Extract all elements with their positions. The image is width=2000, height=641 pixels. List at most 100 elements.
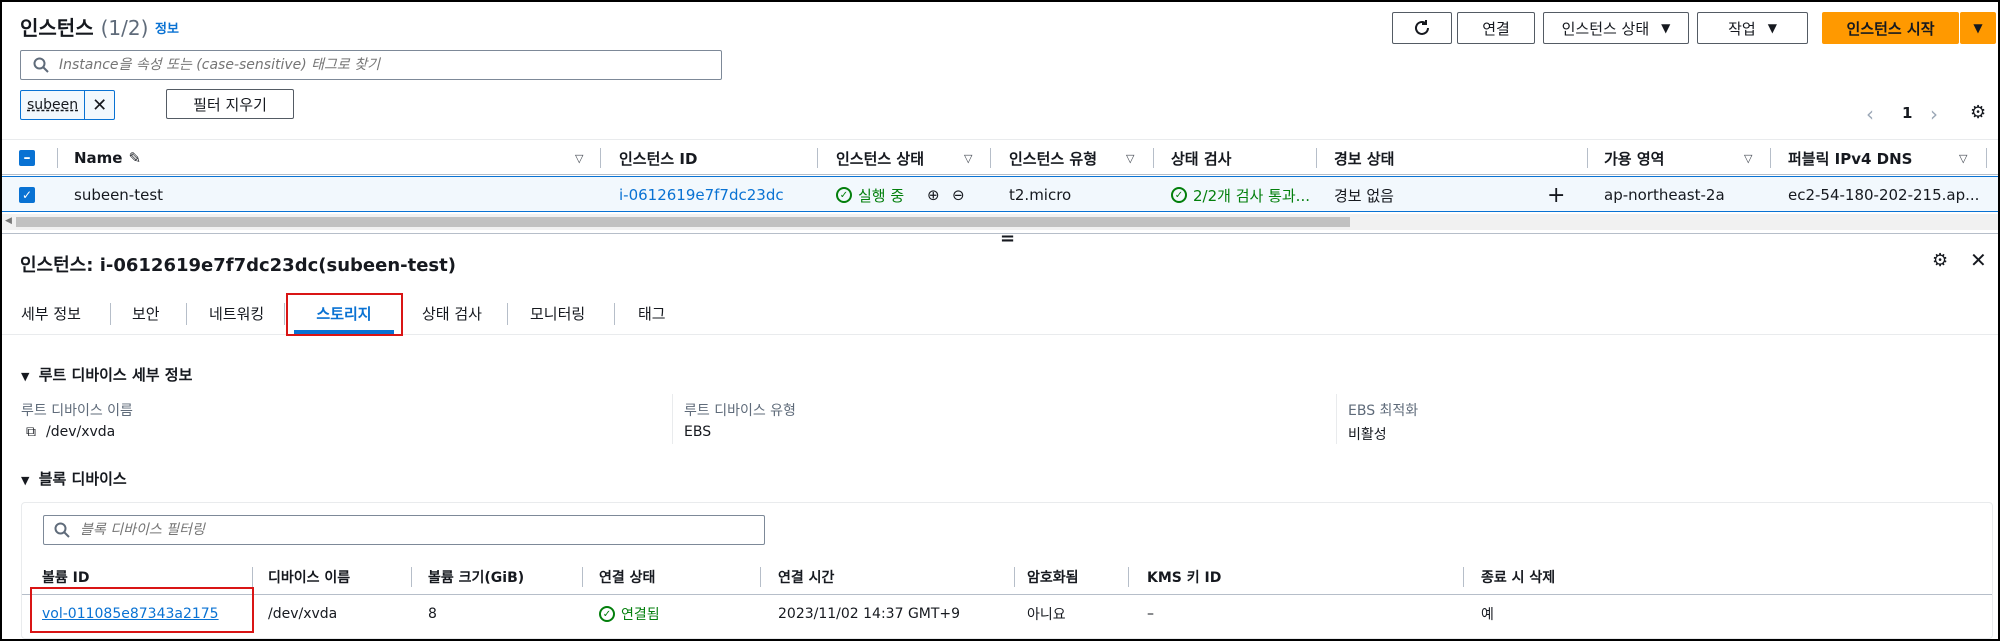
- root-device-name: /dev/xvda: [46, 424, 116, 440]
- root-device-type-label: 루트 디바이스 유형: [684, 403, 796, 419]
- row-name: subeen-test: [74, 186, 164, 204]
- row-alarm: 경보 없음: [1334, 186, 1394, 205]
- zoom-in-icon[interactable]: ⊕: [927, 177, 940, 213]
- table-row[interactable]: ✓ subeen-test i-0612619e7f7dc23dc ✓ 실행 중…: [2, 176, 1998, 212]
- pagination-next-icon[interactable]: ›: [1930, 102, 1938, 126]
- col-instance-type[interactable]: 인스턴스 유형: [1009, 140, 1097, 176]
- row-az: ap-northeast-2a: [1604, 186, 1725, 204]
- root-section-title: 루트 디바이스 세부 정보: [38, 366, 193, 384]
- refresh-icon: [1415, 20, 1429, 35]
- instance-count: (1/2): [100, 16, 149, 40]
- split-panel-resize-handle[interactable]: =: [1000, 228, 1015, 249]
- search-input[interactable]: [20, 50, 722, 80]
- block-attach-state: ✓ 연결됨: [599, 596, 660, 632]
- edit-icon: ✎: [128, 149, 142, 167]
- add-alarm-plus-icon[interactable]: +: [1547, 177, 1565, 213]
- scrollbar-thumb[interactable]: [16, 217, 1350, 227]
- column-divider: [672, 394, 673, 444]
- root-section-toggle[interactable]: ▼ 루트 디바이스 세부 정보: [21, 364, 192, 385]
- search-field[interactable]: [57, 56, 697, 74]
- block-attach-time: 2023/11/02 14:37 GMT+9: [778, 606, 961, 622]
- scroll-left-arrow-icon[interactable]: ◀: [5, 216, 12, 226]
- search-icon: [54, 522, 70, 538]
- filter-triangle-icon[interactable]: ▽: [1744, 140, 1752, 176]
- filter-triangle-icon[interactable]: ▽: [1126, 140, 1134, 176]
- filter-token-label: subeen: [27, 97, 79, 113]
- block-encrypted: 아니요: [1027, 607, 1066, 623]
- col-instance-id[interactable]: 인스턴스 ID: [619, 140, 697, 176]
- pagination-prev-icon[interactable]: ‹: [1866, 102, 1874, 126]
- block-device-name: /dev/xvda: [268, 606, 338, 622]
- caret-down-icon: ▼: [21, 370, 30, 383]
- col-attach-state[interactable]: 연결 상태: [599, 559, 655, 595]
- launch-instance-button[interactable]: 인스턴스 시작: [1822, 12, 1959, 44]
- block-delete-on-termination: 예: [1481, 607, 1494, 623]
- row-type: t2.micro: [1009, 186, 1072, 204]
- col-availability-zone[interactable]: 가용 영역: [1604, 140, 1664, 176]
- actions-dropdown[interactable]: 작업 ▼: [1697, 12, 1808, 44]
- connect-button[interactable]: 연결: [1457, 12, 1535, 44]
- row-checkbox[interactable]: ✓: [19, 177, 35, 213]
- instance-state-dropdown[interactable]: 인스턴스 상태 ▼: [1543, 12, 1689, 44]
- launch-dropdown-button[interactable]: ▼: [1960, 12, 1996, 44]
- col-status-check[interactable]: 상태 검사: [1171, 140, 1231, 176]
- block-filter-input[interactable]: [43, 515, 765, 545]
- block-section-toggle[interactable]: ▼ 블록 디바이스: [21, 468, 127, 489]
- pagination-page[interactable]: 1: [1902, 104, 1912, 122]
- table-row: vol-011085e87343a2175 /dev/xvda 8 ✓ 연결됨 …: [22, 596, 1992, 632]
- col-instance-state[interactable]: 인스턴스 상태: [836, 140, 924, 176]
- instances-table-header: – Name ✎ ▽ 인스턴스 ID 인스턴스 상태 ▽ 인스턴스 유형 ▽ 상…: [2, 139, 1998, 175]
- block-section-title: 블록 디바이스: [38, 470, 127, 488]
- copy-icon[interactable]: ⧉: [26, 424, 36, 440]
- col-alarm-status[interactable]: 경보 상태: [1334, 140, 1394, 176]
- block-filter-field[interactable]: [78, 521, 758, 539]
- actions-label: 작업: [1728, 19, 1756, 38]
- row-instance-id-link[interactable]: i-0612619e7f7dc23dc: [619, 177, 784, 213]
- row-status-check-label: 2/2개 검사 통과...: [1193, 186, 1310, 205]
- filter-triangle-icon[interactable]: ▽: [964, 140, 972, 176]
- col-attach-time[interactable]: 연결 시간: [778, 559, 834, 595]
- col-public-dns[interactable]: 퍼블릭 IPv4 DNS: [1788, 140, 1912, 176]
- launch-label: 인스턴스 시작: [1846, 19, 1935, 38]
- col-delete-on-termination[interactable]: 종료 시 삭제: [1481, 559, 1555, 595]
- check-circle-icon: ✓: [836, 187, 852, 203]
- table-settings-gear-icon[interactable]: ⚙: [1970, 102, 1986, 123]
- tab-details[interactable]: 세부 정보: [21, 293, 81, 333]
- detail-settings-gear-icon[interactable]: ⚙: [1932, 250, 1948, 271]
- col-name[interactable]: Name ✎: [74, 140, 141, 176]
- split-panel-divider: [2, 233, 1998, 234]
- col-volume-size[interactable]: 볼륨 크기(GiB): [428, 559, 524, 595]
- ebs-optimized-label: EBS 최적화: [1348, 403, 1419, 419]
- tab-tags[interactable]: 태그: [638, 293, 666, 333]
- volume-id-highlight-box: [30, 587, 254, 633]
- col-kms-key[interactable]: KMS 키 ID: [1147, 559, 1221, 595]
- refresh-button[interactable]: [1392, 12, 1452, 44]
- ebs-optimized-value: 비활성: [1348, 427, 1387, 443]
- storage-tab-highlight-box: [286, 293, 403, 336]
- info-link[interactable]: 정보: [155, 18, 179, 37]
- zoom-out-icon[interactable]: ⊖: [952, 177, 965, 213]
- check-circle-icon: ✓: [1171, 187, 1187, 203]
- tab-monitoring[interactable]: 모니터링: [530, 293, 585, 333]
- filter-triangle-icon[interactable]: ▽: [575, 140, 583, 176]
- tab-security[interactable]: 보안: [132, 293, 160, 333]
- select-all-checkbox[interactable]: –: [19, 140, 35, 176]
- root-device-name-label: 루트 디바이스 이름: [21, 403, 133, 419]
- col-name-label: Name: [74, 149, 123, 167]
- clear-filters-button[interactable]: 필터 지우기: [166, 89, 294, 119]
- tab-status-checks[interactable]: 상태 검사: [422, 293, 482, 333]
- page-title-text: 인스턴스: [20, 16, 94, 40]
- row-state-label: 실행 중: [858, 186, 905, 205]
- filter-triangle-icon[interactable]: ▽: [1959, 140, 1967, 176]
- detail-title: 인스턴스: i-0612619e7f7dc23dc(subeen-test): [20, 255, 456, 276]
- filter-token-remove-icon[interactable]: ✕: [84, 91, 114, 119]
- check-circle-icon: ✓: [599, 606, 615, 622]
- tab-networking[interactable]: 네트워킹: [209, 293, 264, 333]
- instance-state-label: 인스턴스 상태: [1561, 19, 1650, 38]
- page-title: 인스턴스 (1/2): [20, 12, 148, 41]
- col-encrypted[interactable]: 암호화됨: [1027, 559, 1079, 595]
- caret-down-icon: ▼: [21, 474, 30, 487]
- col-device-name[interactable]: 디바이스 이름: [268, 559, 350, 595]
- row-status-check[interactable]: ✓ 2/2개 검사 통과...: [1171, 177, 1316, 213]
- close-icon[interactable]: ✕: [1970, 248, 1987, 272]
